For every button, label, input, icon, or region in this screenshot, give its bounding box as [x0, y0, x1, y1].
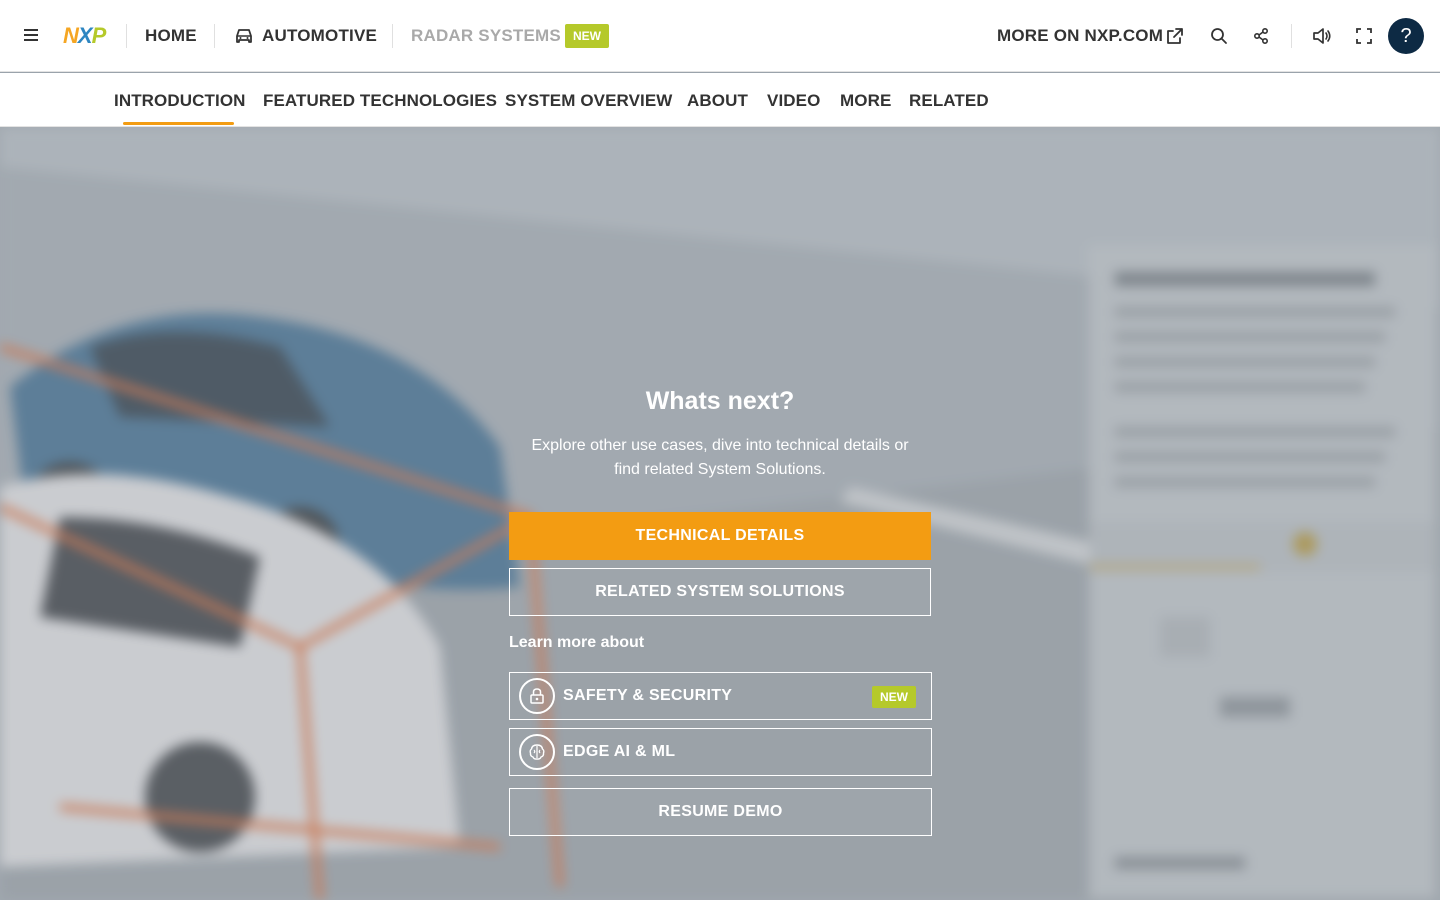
divider	[392, 24, 393, 48]
technical-details-button[interactable]: TECHNICAL DETAILS	[509, 512, 931, 560]
resume-demo-button[interactable]: RESUME DEMO	[509, 788, 932, 836]
tab-system-overview[interactable]: SYSTEM OVERVIEW	[505, 91, 672, 111]
tab-video[interactable]: VIDEO	[767, 91, 820, 111]
sound-icon[interactable]	[1310, 24, 1334, 48]
edge-ai-ml-link[interactable]: EDGE AI & ML	[509, 728, 932, 776]
divider	[214, 24, 215, 48]
safety-security-link[interactable]: SAFETY & SECURITY NEW	[509, 672, 932, 720]
car-icon	[232, 24, 256, 48]
section-tabs: INTRODUCTION FEATURED TECHNOLOGIES SYSTE…	[0, 73, 1440, 127]
new-badge: NEW	[565, 24, 609, 48]
radar-systems-breadcrumb: RADAR SYSTEMS	[411, 26, 561, 45]
panel-title: Whats next?	[645, 387, 795, 415]
new-badge: NEW	[872, 686, 916, 708]
tab-featured-technologies[interactable]: FEATURED TECHNOLOGIES	[263, 91, 497, 111]
related-system-solutions-button[interactable]: RELATED SYSTEM SOLUTIONS	[509, 568, 931, 616]
brain-icon	[519, 734, 555, 770]
search-icon[interactable]	[1207, 24, 1231, 48]
tab-about[interactable]: ABOUT	[687, 91, 748, 111]
share-icon[interactable]	[1249, 24, 1273, 48]
nxp-logo[interactable]: NXP	[63, 23, 106, 48]
divider	[126, 24, 127, 48]
automotive-link[interactable]: AUTOMOTIVE	[262, 24, 377, 48]
fullscreen-icon[interactable]	[1352, 24, 1376, 48]
active-tab-indicator	[123, 122, 234, 125]
safety-security-label: SAFETY & SECURITY	[563, 687, 733, 704]
divider	[1291, 24, 1292, 48]
edge-ai-ml-label: EDGE AI & ML	[563, 743, 676, 760]
safety-icon	[519, 678, 555, 714]
tab-more[interactable]: MORE	[840, 91, 891, 111]
menu-icon[interactable]	[24, 26, 44, 46]
subtitle-line: find related System Solutions.	[614, 461, 826, 478]
tab-related[interactable]: RELATED	[909, 91, 989, 111]
top-bar: NXP HOME AUTOMOTIVE RADAR SYSTEMS NEW MO…	[0, 0, 1440, 72]
help-button[interactable]: ?	[1388, 18, 1424, 54]
subtitle-line: Explore other use cases, dive into techn…	[531, 437, 909, 454]
home-link[interactable]: HOME	[145, 24, 197, 48]
external-link-icon[interactable]	[1163, 24, 1187, 48]
more-on-nxp-link[interactable]: MORE ON NXP.COM	[997, 24, 1163, 48]
tab-introduction[interactable]: INTRODUCTION	[114, 91, 246, 111]
learn-more-label: Learn more about	[509, 634, 645, 651]
panel-subtitle: Explore other use cases, dive into techn…	[509, 434, 931, 482]
